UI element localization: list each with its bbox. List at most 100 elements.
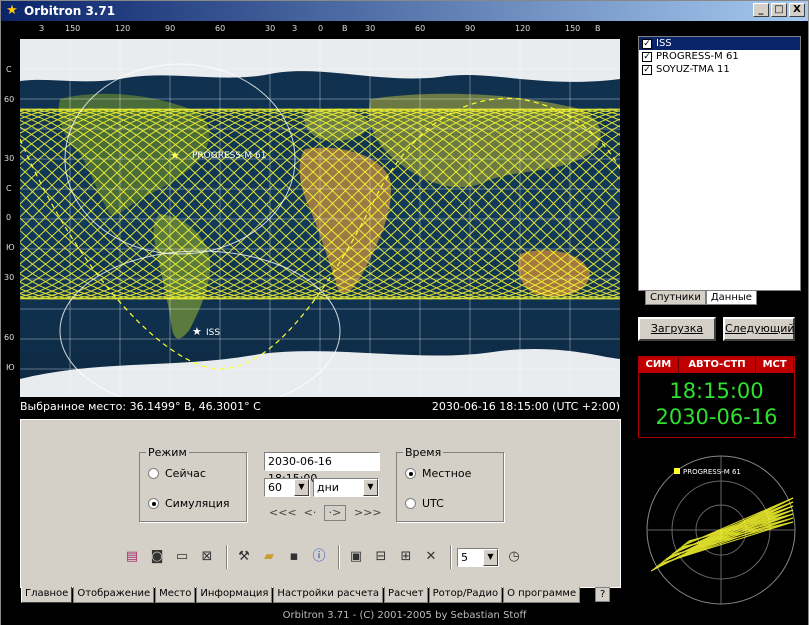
tab-info[interactable]: Информация [196,587,273,603]
exit-icon[interactable]: ⊠ [196,546,218,568]
time-group-title: Время [403,446,444,459]
time-utc-label: UTC [422,497,444,510]
clock-time: 18:15:00 [669,379,764,403]
mode-now-radio[interactable]: Сейчас [148,467,206,480]
lon-label: 30 [265,24,276,33]
clock-icon[interactable]: ◷ [503,546,525,568]
radio-icon [148,468,159,479]
tab-location[interactable]: Место [155,587,196,603]
next-button[interactable]: Следующий [723,317,795,341]
tab-auto-dst[interactable]: АВТО-СТП [678,357,757,373]
radio-icon [405,498,416,509]
step-value-select[interactable]: 60 ▼ [264,478,310,497]
window-layout-icon[interactable]: ⊟ [370,546,392,568]
load-tle-label: Загрузка TLE [650,322,704,354]
radio-icon [405,468,416,479]
grid-icon[interactable]: ⊞ [395,546,417,568]
satellite-marker-iss[interactable]: ★ [192,325,202,338]
time-local-radio[interactable]: Местное [405,467,471,480]
satellite-name: PROGRESS-M 61 [656,51,739,62]
tab-data[interactable]: Данные [705,291,757,305]
datetime-input[interactable]: 2030-06-16 18:15:00 [264,452,380,485]
selected-place-readout: Выбранное место: 36.1499° В, 46.3001° С [20,400,261,413]
satellite-list[interactable]: ✓ ISS ✓ PROGRESS-M 61 ✓ SOYUZ-TMA 11 [638,36,801,291]
lon-label: 120 [515,24,531,33]
satellite-label-iss: ISS [206,328,220,338]
folder-open-icon[interactable]: ▰ [258,546,280,568]
mode-sim-radio[interactable]: Симуляция [148,497,230,510]
book-icon[interactable]: ▤ [121,546,143,568]
checkbox-icon[interactable]: ✓ [642,51,652,62]
checkbox-icon[interactable]: ✓ [642,38,652,49]
mode-group: Режим Сейчас Симуляция [139,446,247,522]
fast-backward-button[interactable]: <<< [269,506,297,522]
mode-now-label: Сейчас [165,467,206,480]
tab-display[interactable]: Отображение [73,587,155,603]
right-panel-tabs: Спутники Данные [645,291,757,305]
camera-icon[interactable]: ◙ [146,546,168,568]
minimize-tray-icon[interactable]: ▭ [171,546,193,568]
tab-mst[interactable]: МСТ [756,357,795,373]
speed-select[interactable]: 5 ▼ [457,547,499,567]
window-controls: _ □ X [753,3,805,17]
time-utc-radio[interactable]: UTC [405,497,444,510]
time-group: Время Местное UTC [396,446,504,522]
maximize-button[interactable]: □ [771,3,787,17]
clock-display: СИМ АВТО-СТП МСТ 18:15:00 2030-06-16 [638,356,795,438]
orbitron-app-icon: ★ [6,3,18,18]
chevron-down-icon[interactable]: ▼ [483,548,498,566]
lat-label: С [6,184,12,193]
satellite-marker-progress[interactable]: ★ [170,149,180,162]
satellite-list-item[interactable]: ✓ PROGRESS-M 61 [639,50,800,63]
toolbar-separator [450,545,452,569]
speed-value: 5 [461,550,468,564]
satellite-list-item[interactable]: ✓ ISS [639,37,800,50]
info-icon[interactable]: ⓘ [308,546,330,568]
satellite-list-item[interactable]: ✓ SOYUZ-TMA 11 [639,63,800,76]
satellite-name: ISS [656,38,672,49]
lat-label: 0 [6,213,12,222]
lat-label: 60 [4,95,15,104]
time-local-label: Местное [422,467,472,480]
tab-rotor-radio[interactable]: Ротор/Радио [428,587,503,603]
step-unit: дни [317,481,339,494]
tab-calculation[interactable]: Расчет [384,587,428,603]
checkbox-icon[interactable]: ✓ [642,64,652,75]
radio-icon [148,498,159,509]
radar-satellite-marker [674,468,680,474]
minimize-button[interactable]: _ [753,3,769,17]
radar-view[interactable]: PROGRESS-M 61 [641,453,801,607]
lat-label: 30 [4,273,15,282]
lon-label: З [292,24,298,33]
close-button[interactable]: X [789,3,805,17]
main-toolbar: ▤ ◙ ▭ ⊠ ⚒ ▰ ▪ ⓘ ▣ ⊟ ⊞ ✕ 5 ▼ ◷ [121,542,528,572]
step-forward-button[interactable]: ·> [324,505,346,521]
world-map[interactable]: ★ PROGRESS-M 61 ★ ISS [20,39,620,397]
lon-label: 30 [365,24,376,33]
step-backward-button[interactable]: <· [302,506,318,522]
lon-label: 150 [565,24,581,33]
fast-forward-button[interactable]: >>> [354,506,382,522]
radar-svg: PROGRESS-M 61 [646,455,796,605]
tab-sim[interactable]: СИМ [639,357,679,373]
lon-label: 90 [165,24,176,33]
tab-about[interactable]: О программе [503,587,581,603]
chevron-down-icon[interactable]: ▼ [294,479,309,496]
lat-label: 60 [4,333,15,342]
orbitron-window: ★ Orbitron 3.71 _ □ X З 150 120 90 60 30… [0,0,809,625]
tab-calc-settings[interactable]: Настройки расчета [273,587,384,603]
window-title: Orbitron 3.71 [24,4,116,18]
tab-satellites[interactable]: Спутники [645,291,706,305]
chevron-down-icon[interactable]: ▼ [363,479,378,496]
toolbar-separator [226,545,228,569]
save-icon[interactable]: ▪ [283,546,305,568]
tools-icon[interactable]: ⚒ [233,546,255,568]
screen-icon[interactable]: ▣ [345,546,367,568]
help-tab[interactable]: ? [595,587,611,602]
mode-group-title: Режим [146,446,189,459]
tab-main[interactable]: Главное [21,587,73,603]
step-unit-select[interactable]: дни ▼ [313,478,379,497]
load-tle-button[interactable]: Загрузка TLE [638,317,716,354]
lat-label: С [6,65,12,74]
fullscreen-icon[interactable]: ✕ [420,546,442,568]
